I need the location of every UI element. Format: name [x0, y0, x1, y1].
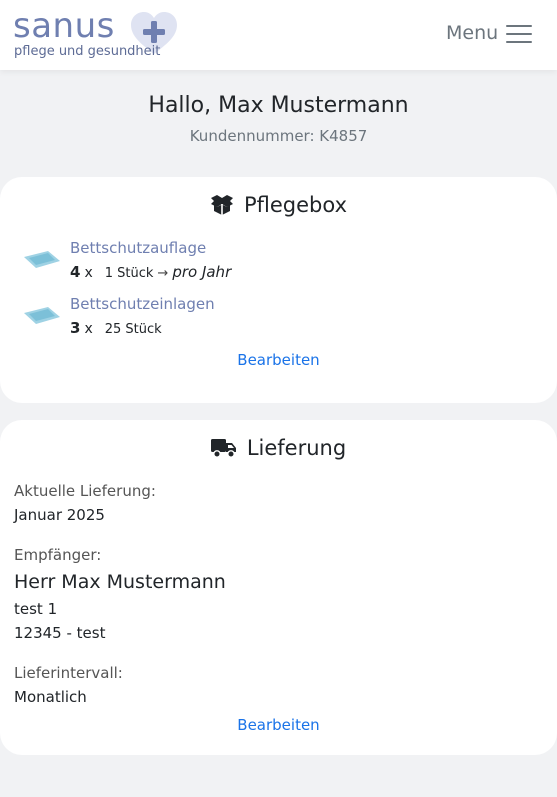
product-name[interactable]: Bettschutzauflage — [70, 239, 206, 257]
menu-label: Menu — [446, 22, 499, 44]
pflegebox-edit-link[interactable]: Bearbeiten — [0, 351, 557, 369]
current-delivery-value: Januar 2025 — [14, 506, 105, 524]
box-open-icon — [210, 195, 233, 215]
product-name[interactable]: Bettschutzeinlagen — [70, 295, 215, 313]
product-quantity: 4x1 Stück → pro Jahr — [70, 263, 232, 281]
bed-pad-icon — [24, 251, 60, 268]
truck-icon — [210, 439, 236, 458]
pflegebox-title-text: Pflegebox — [243, 193, 348, 217]
recipient-label: Empfänger: — [14, 546, 102, 564]
product-quantity: 3 x 25 Stück — [70, 319, 162, 337]
logo-tagline: pflege und gesundheit — [14, 44, 161, 59]
interval-label: Lieferintervall: — [14, 664, 123, 682]
interval-value: Monatlich — [14, 688, 87, 706]
logo-wordmark: sanus — [13, 6, 115, 46]
greeting-heading: Hallo, Max Mustermann — [148, 93, 409, 118]
delivery-title-text: Lieferung — [246, 436, 347, 460]
address-street: test 1 — [14, 600, 58, 618]
delivery-edit-link[interactable]: Bearbeiten — [0, 716, 557, 734]
pflegebox-title: Pflegebox — [0, 193, 557, 217]
delivery-card: Lieferung Aktuelle Lieferung: Januar 202… — [0, 420, 557, 755]
sanus-logo[interactable]: sanus pflege und gesundheit — [13, 6, 177, 62]
hamburger-icon — [506, 25, 532, 45]
product-item: Bettschutzeinlagen 3 x 25 Stück — [22, 295, 542, 345]
current-delivery-label: Aktuelle Lieferung: — [14, 482, 156, 500]
pflegebox-card: Pflegebox Bettschutzauflage 4x1 Stück → pr… — [0, 177, 557, 403]
recipient-name: Herr Max Mustermann — [14, 571, 226, 593]
bed-pad-icon — [24, 307, 60, 324]
address-city: 12345 - test — [14, 624, 106, 642]
delivery-title: Lieferung — [0, 436, 557, 460]
menu-button[interactable]: Menu — [440, 16, 545, 52]
top-navbar: sanus pflege und gesundheit Menu — [0, 0, 557, 70]
customer-number: Kundennummer: K4857 — [189, 127, 368, 145]
product-item: Bettschutzauflage 4x1 Stück → pro Jahr — [22, 239, 542, 289]
